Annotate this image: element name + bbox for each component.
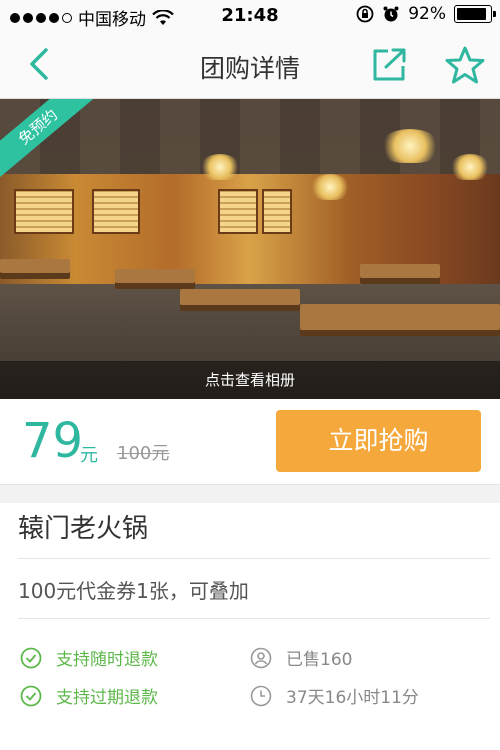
photo-table xyxy=(115,269,195,283)
status-bar: 中国移动 21:48 92% xyxy=(0,0,500,32)
photo-window xyxy=(14,189,74,234)
chandelier xyxy=(310,174,350,200)
feature-label: 支持随时退款 xyxy=(56,650,158,670)
divider xyxy=(18,558,490,559)
clock-icon xyxy=(250,685,272,706)
time-remaining: 37天16小时11分 xyxy=(250,683,419,708)
price-unit: 元 xyxy=(80,445,98,466)
photo-table xyxy=(180,289,300,305)
orientation-lock-icon xyxy=(356,5,374,23)
share-icon[interactable] xyxy=(370,47,408,83)
restaurant-photo[interactable]: 免预约 点击查看相册 xyxy=(0,99,500,399)
check-circle-icon xyxy=(20,685,42,706)
status-right: 92% xyxy=(356,4,496,24)
chandelier xyxy=(380,129,440,163)
view-album-label[interactable]: 点击查看相册 xyxy=(0,361,500,399)
photo-window xyxy=(262,189,292,234)
sold-label: 已售160 xyxy=(286,650,353,670)
battery-percent: 92% xyxy=(408,4,446,24)
shop-name: 辕门老火锅 xyxy=(18,514,149,544)
chandelier xyxy=(200,154,240,180)
user-icon xyxy=(250,647,272,668)
section-divider xyxy=(0,485,500,503)
photo-table xyxy=(360,264,440,278)
feature-label: 支持过期退款 xyxy=(56,688,158,708)
chandelier xyxy=(450,154,490,180)
feature-refund-expired: 支持过期退款 xyxy=(20,683,158,708)
favorite-star-icon[interactable] xyxy=(445,45,485,85)
photo-window xyxy=(92,189,140,234)
nav-bar: 团购详情 xyxy=(0,32,500,99)
buy-now-button[interactable]: 立即抢购 xyxy=(276,410,481,472)
check-circle-icon xyxy=(20,647,42,668)
deal-description: 100元代金券1张，可叠加 xyxy=(18,579,249,603)
battery-icon xyxy=(454,5,496,23)
photo-table xyxy=(0,259,70,273)
divider xyxy=(18,618,490,619)
sold-count: 已售160 xyxy=(250,645,352,670)
time-label: 37天16小时11分 xyxy=(286,688,419,708)
photo-window xyxy=(218,189,258,234)
photo-table xyxy=(300,304,500,330)
price-row: 79 元 100元 立即抢购 xyxy=(0,399,500,485)
current-price: 79 xyxy=(22,413,84,469)
alarm-icon xyxy=(383,6,399,22)
page-title: 团购详情 xyxy=(199,54,300,83)
feature-refund-anytime: 支持随时退款 xyxy=(20,645,158,670)
original-price: 100元 xyxy=(117,443,170,464)
